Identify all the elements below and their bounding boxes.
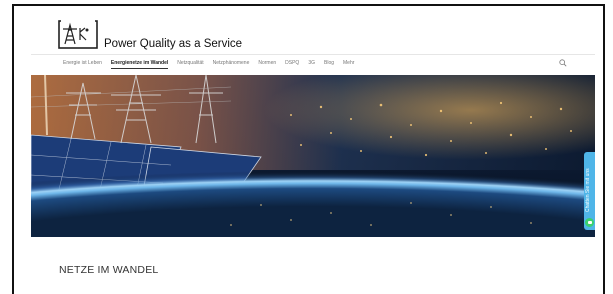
nav-item-netzqualitaet[interactable]: Netzqualität <box>177 60 203 69</box>
main-nav: Energie ist Leben Energienetze im Wandel… <box>63 60 354 69</box>
hero-image <box>31 75 595 237</box>
chat-widget[interactable]: Chatten Sie mit uns <box>584 152 595 230</box>
nav-item-energienetze-im-wandel[interactable]: Energienetze im Wandel <box>110 60 169 69</box>
search-icon[interactable] <box>559 59 567 67</box>
nav-item-blog[interactable]: Blog <box>324 60 334 69</box>
page-heading: NETZE IM WANDEL <box>59 264 159 276</box>
page: Power Quality as a Service Energie ist L… <box>31 14 595 294</box>
chat-label[interactable]: Chatten Sie mit uns <box>585 156 594 212</box>
header-divider <box>31 54 595 55</box>
nav-item-3g[interactable]: 3G <box>308 60 315 69</box>
nav-item-mehr[interactable]: Mehr <box>343 60 354 69</box>
nav-item-normen[interactable]: Normen <box>258 60 276 69</box>
chat-icon[interactable] <box>585 218 594 227</box>
nav-item-dspq[interactable]: DSPQ <box>285 60 299 69</box>
nav-item-energie-ist-leben[interactable]: Energie ist Leben <box>63 60 102 69</box>
nav-item-netzphaenomene[interactable]: Netzphänomene <box>213 60 250 69</box>
brand-name[interactable]: Power Quality as a Service <box>104 38 242 50</box>
